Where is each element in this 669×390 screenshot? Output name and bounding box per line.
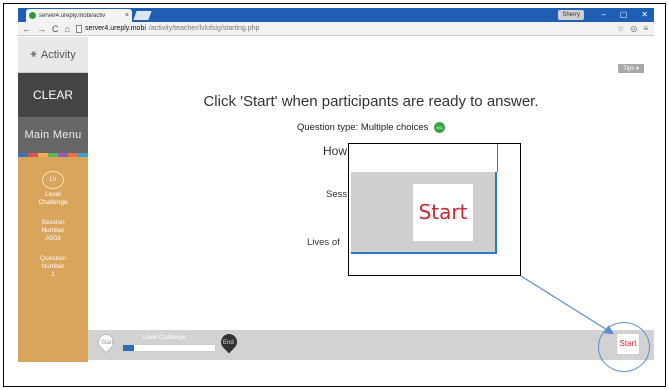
level-challenge-label: Level Challenge	[143, 335, 187, 341]
question-line2: Number	[41, 263, 65, 270]
end-pin-label: End	[223, 340, 234, 346]
level-line1: Level	[45, 191, 61, 198]
browser-menu-icon[interactable]: ≡	[643, 24, 648, 33]
zoomed-start-button[interactable]: Start	[413, 184, 473, 241]
activity-button[interactable]: ⚹ Activity	[18, 37, 88, 73]
forward-icon[interactable]: →	[37, 22, 46, 36]
new-tab-button[interactable]	[133, 11, 152, 20]
window-controls: – ▢ ✕	[601, 8, 648, 22]
close-window-icon[interactable]: ✕	[641, 8, 648, 22]
color-strip-segment	[68, 153, 78, 157]
browser-toolbar-icons: ☆ ◎ ≡	[617, 24, 654, 33]
clear-button[interactable]: CLEAR	[18, 73, 88, 117]
home-icon[interactable]: ⌂	[65, 22, 70, 36]
progress-track	[122, 344, 216, 352]
progress-bar-area: Start Level Challenge End Start	[88, 330, 654, 360]
question-line1: Question	[39, 255, 67, 262]
address-bar: ← → C ⌂ server4.ureply.mobi/activity/tea…	[18, 22, 654, 36]
session-text-partial: Sess	[326, 189, 348, 200]
tips-button[interactable]: Tips ▾	[618, 64, 644, 73]
lives-text-partial: Lives of	[307, 237, 340, 248]
session-line2: Number	[41, 227, 65, 234]
level-icon: LV	[42, 171, 64, 189]
level-line2: Challenge	[38, 199, 68, 206]
minimize-icon[interactable]: –	[601, 8, 605, 22]
sidebar: ⚹ Activity CLEAR Main Menu LV Level Chal…	[18, 37, 88, 362]
url-path: /activity/teacher/lvlofsig/starting.php	[148, 25, 260, 32]
activity-label: Activity	[40, 48, 76, 61]
zoom-edge-line	[497, 144, 498, 172]
extension-icon[interactable]: ◎	[630, 24, 637, 33]
question-type-label: Question type: Multiple choices	[296, 122, 429, 134]
activity-icon: ⚹	[30, 48, 37, 60]
zoom-panel: Start	[351, 172, 497, 254]
url-host: server4.ureply.mobi	[84, 25, 146, 32]
page-headline: Click 'Start' when participants are read…	[203, 93, 539, 110]
question-text-partial: How	[323, 144, 348, 158]
session-number-info: Session Number A503	[18, 219, 88, 243]
session-line1: Session	[41, 219, 65, 226]
start-pin-label: Start	[101, 340, 114, 346]
color-strip	[18, 153, 88, 157]
tab-title: server4.ureply.mobi/activ	[39, 12, 106, 19]
browser-tab[interactable]: server4.ureply.mobi/activ ×	[26, 9, 132, 22]
multiple-choice-icon: MC	[434, 122, 446, 133]
color-strip-segment	[38, 153, 48, 157]
tab-close-icon[interactable]: ×	[125, 12, 132, 19]
color-strip-segment	[28, 153, 38, 157]
maximize-icon[interactable]: ▢	[620, 8, 628, 22]
color-strip-segment	[78, 153, 88, 157]
back-icon[interactable]: ←	[22, 22, 31, 36]
question-type: Question type: Multiple choices MC	[88, 122, 654, 133]
session-info: LV Level Challenge Session Number A503 Q…	[18, 157, 88, 279]
color-strip-segment	[18, 153, 28, 157]
progress-fill	[123, 345, 135, 351]
color-strip-segment	[48, 153, 58, 157]
zoom-callout: Start	[348, 143, 521, 276]
session-value: A503	[45, 235, 61, 242]
reload-icon[interactable]: C	[52, 22, 59, 36]
question-value: 1	[51, 271, 55, 278]
favicon-icon	[29, 12, 36, 19]
level-info: Level Challenge	[18, 191, 88, 207]
bookmark-star-icon[interactable]: ☆	[617, 24, 624, 33]
highlight-circle	[598, 322, 650, 372]
main-menu-button[interactable]: Main Menu	[18, 117, 88, 153]
profile-badge[interactable]: Sherry	[558, 10, 584, 20]
browser-titlebar: server4.ureply.mobi/activ × Sherry – ▢ ✕	[18, 8, 654, 22]
url-field[interactable]: server4.ureply.mobi/activity/teacher/lvl…	[75, 24, 260, 33]
color-strip-segment	[58, 153, 68, 157]
question-number-info: Question Number 1	[18, 255, 88, 279]
page-icon	[75, 24, 82, 33]
